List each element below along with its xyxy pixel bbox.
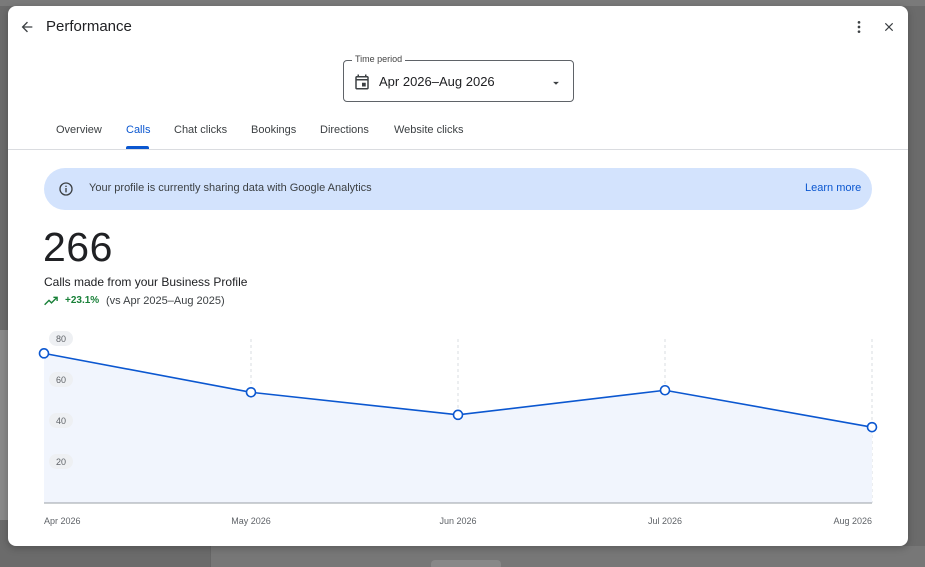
metric-tabs: Overview Calls Chat clicks Bookings Dire… <box>8 116 908 150</box>
time-period-select[interactable]: Time period Apr 2026–Aug 2026 <box>343 54 574 102</box>
close-icon <box>884 22 894 32</box>
dialog-header: Performance <box>8 6 908 48</box>
metric-description: Calls made from your Business Profile <box>44 275 248 289</box>
close-button[interactable] <box>878 16 900 38</box>
arrow-back-icon <box>21 21 33 33</box>
tab-website-clicks[interactable]: Website clicks <box>394 124 463 136</box>
info-icon <box>59 182 73 196</box>
chart-data-point <box>452 409 464 421</box>
background-page-bottom <box>210 546 925 567</box>
chart-data-point <box>659 384 671 396</box>
x-tick-label: Aug 2026 <box>833 516 872 526</box>
calendar-icon <box>355 74 369 90</box>
y-tick-label: 20 <box>56 457 66 467</box>
tab-overview[interactable]: Overview <box>56 124 102 136</box>
back-button[interactable] <box>16 16 38 38</box>
y-tick-label: 40 <box>56 416 66 426</box>
x-tick-label: May 2026 <box>231 516 271 526</box>
tab-calls[interactable]: Calls <box>126 124 150 136</box>
time-period-label: Time period <box>352 54 406 64</box>
chart-data-point <box>38 348 50 359</box>
chart-data-point <box>245 387 257 398</box>
metric-change: +23.1% <box>65 295 100 306</box>
learn-more-link[interactable]: Learn more <box>805 182 861 194</box>
page-title: Performance <box>46 18 132 35</box>
y-tick-label: 60 <box>56 375 66 385</box>
time-period-value: Apr 2026–Aug 2026 <box>379 74 495 89</box>
tab-chat-clicks[interactable]: Chat clicks <box>174 124 227 136</box>
x-tick-label: Apr 2026 <box>44 516 81 526</box>
info-banner-text: Your profile is currently sharing data w… <box>89 182 372 194</box>
background-pill <box>431 560 501 567</box>
dropdown-arrow-icon <box>553 81 559 85</box>
metric-comparison: (vs Apr 2025–Aug 2025) <box>106 295 225 307</box>
performance-dialog: Performance Time period Apr 2026–Aug 202… <box>8 6 908 546</box>
x-tick-label: Jul 2026 <box>648 516 682 526</box>
trending-up-icon <box>44 296 58 306</box>
calls-line-chart: 20 40 60 80 Apr 2026 May 2026 Jun 2026 Jul 2026… <box>38 331 878 526</box>
more-vert-icon <box>857 21 861 33</box>
active-tab-indicator <box>126 146 149 149</box>
tab-bookings[interactable]: Bookings <box>251 124 296 136</box>
tab-directions[interactable]: Directions <box>320 124 369 136</box>
metric-value: 266 <box>43 224 113 270</box>
info-banner: Your profile is currently sharing data w… <box>44 168 872 210</box>
y-tick-label: 80 <box>56 334 66 344</box>
chart-data-point <box>866 421 878 433</box>
x-tick-label: Jun 2026 <box>439 516 476 526</box>
more-options-button[interactable] <box>848 16 870 38</box>
